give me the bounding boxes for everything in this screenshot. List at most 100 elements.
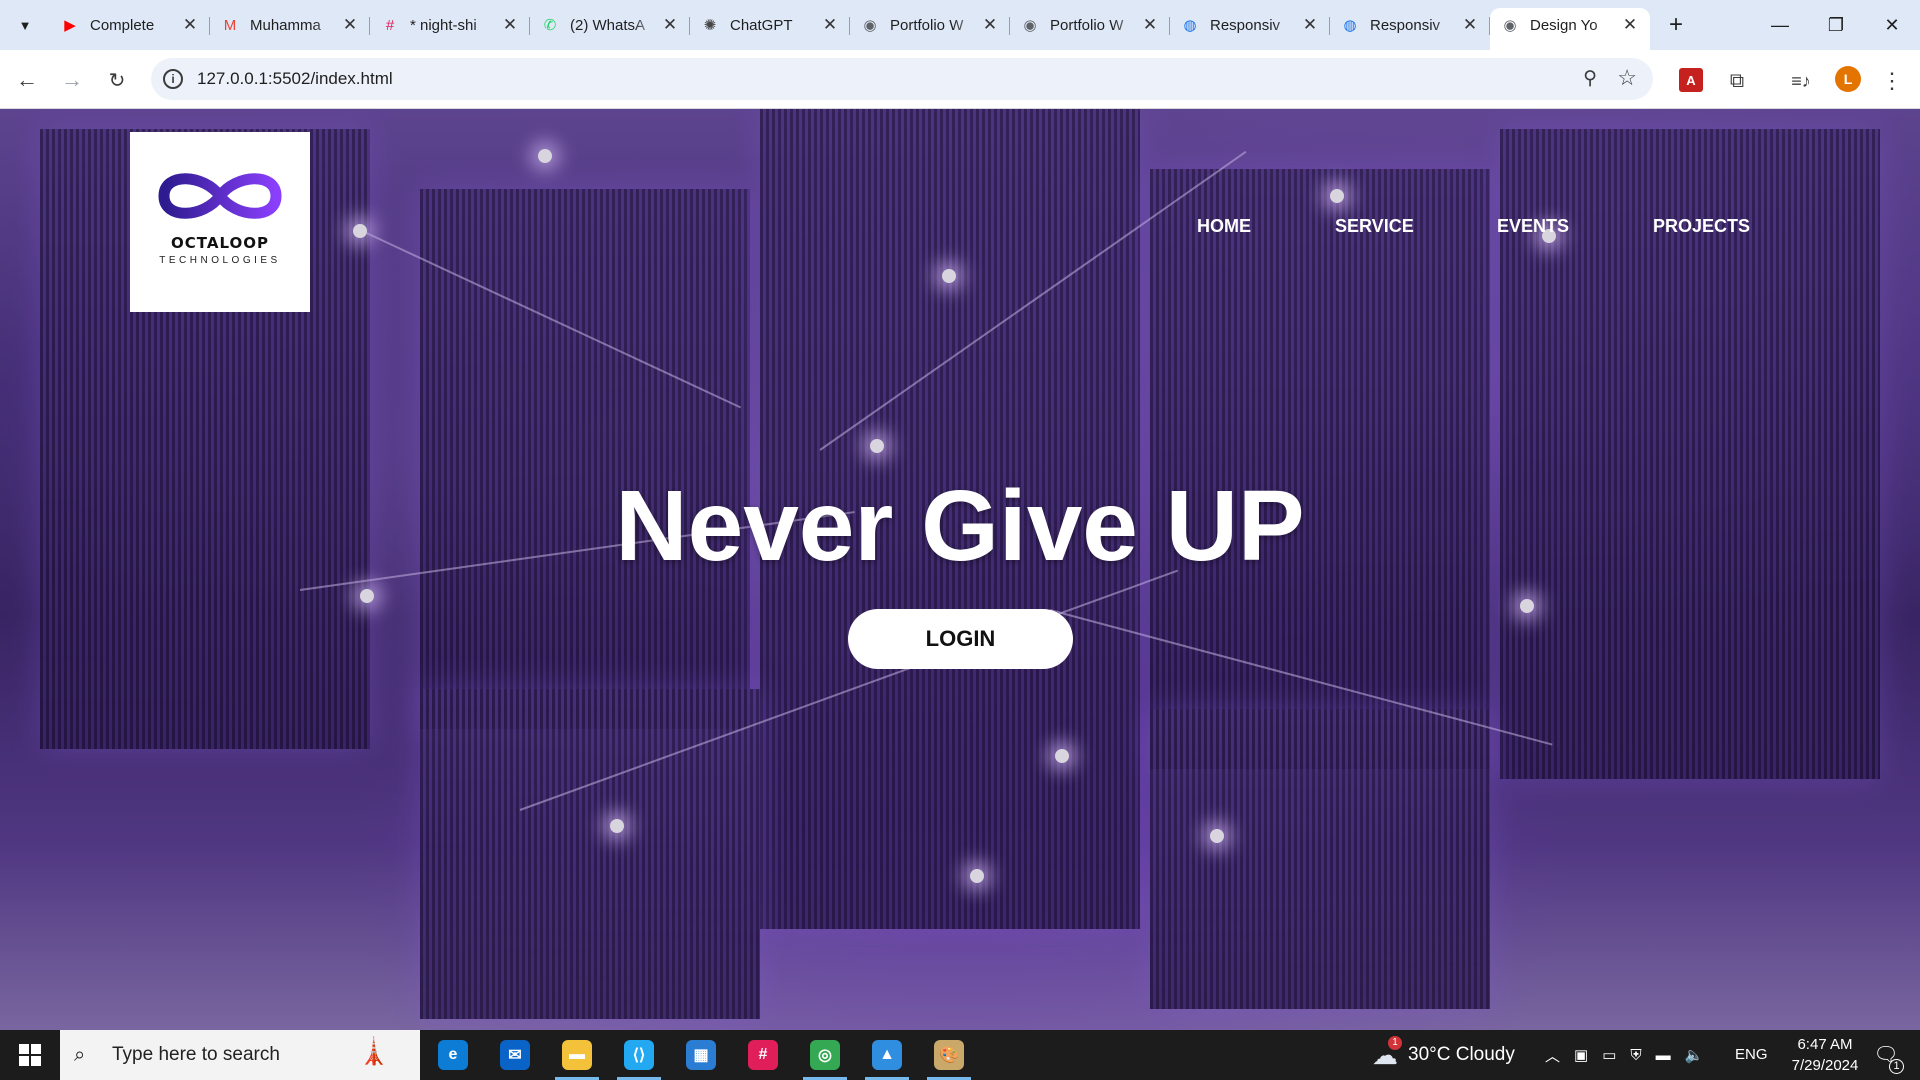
weather-widget[interactable]: ☁ 1 30°C Cloudy — [1372, 1030, 1515, 1080]
logo-subtitle: TECHNOLOGIES — [159, 255, 281, 266]
nav-service[interactable]: SERVICE — [1335, 216, 1414, 237]
tab-title: Portfolio W — [1050, 16, 1124, 34]
slack-icon: # — [748, 1040, 778, 1070]
store-icon: ▦ — [686, 1040, 716, 1070]
extensions-icon[interactable]: ⧉ — [1722, 66, 1752, 96]
slack-icon: # — [385, 16, 395, 34]
login-button[interactable]: LOGIN — [848, 609, 1073, 669]
browser-tab[interactable]: ▶ Complete ✕ — [50, 8, 210, 42]
chevron-up-icon[interactable]: ︿ — [1545, 1045, 1560, 1066]
close-tab-icon[interactable]: ✕ — [500, 15, 520, 35]
chrome-icon: ◎ — [810, 1040, 840, 1070]
forward-button[interactable]: → — [55, 63, 89, 97]
paint-icon: 🎨 — [934, 1040, 964, 1070]
close-tab-icon[interactable]: ✕ — [1460, 15, 1480, 35]
taskbar-app[interactable]: # — [733, 1030, 793, 1080]
search-highlight-icon: 🗼 — [357, 1036, 391, 1066]
close-tab-icon[interactable]: ✕ — [980, 15, 1000, 35]
taskbar-app[interactable]: ▲ — [857, 1030, 917, 1080]
tab-search-button[interactable]: ▼ — [9, 10, 41, 40]
browser-tab[interactable]: ◍ Responsiv ✕ — [1170, 8, 1330, 42]
close-tab-icon[interactable]: ✕ — [660, 15, 680, 35]
minimize-button[interactable]: — — [1752, 0, 1808, 50]
media-control-icon[interactable]: ≡♪ — [1786, 66, 1816, 96]
hero-section: OCTALOOP TECHNOLOGIES HOME SERVICE EVENT… — [0, 109, 1920, 1030]
tab-title: Responsiv — [1370, 16, 1441, 34]
network-icon[interactable]: ▭ — [1602, 1046, 1616, 1064]
new-tab-button[interactable]: + — [1658, 8, 1694, 42]
browser-tab[interactable]: ✺ ChatGPT ✕ — [690, 8, 850, 42]
taskbar-app[interactable]: ▬ — [547, 1030, 607, 1080]
taskbar-app[interactable]: ✉ — [485, 1030, 545, 1080]
address-bar[interactable]: i 127.0.0.1:5502/index.html ⚲ ☆ — [151, 58, 1653, 100]
close-window-button[interactable]: ✕ — [1864, 0, 1920, 50]
clock-date: 7/29/2024 — [1791, 1057, 1859, 1074]
browser-tab[interactable]: ◉ Portfolio W ✕ — [850, 8, 1010, 42]
nav-events[interactable]: EVENTS — [1497, 216, 1569, 237]
window-controls: — ❐ ✕ — [1752, 0, 1920, 50]
close-tab-icon[interactable]: ✕ — [1620, 15, 1640, 35]
taskbar-app[interactable]: ◎ — [795, 1030, 855, 1080]
search-placeholder: Type here to search — [112, 1044, 280, 1065]
globe-icon: ◉ — [1023, 17, 1037, 34]
site-info-icon[interactable]: i — [163, 69, 183, 89]
notification-center-button[interactable]: 🗨 1 — [1868, 1042, 1904, 1074]
tab-list: ▶ Complete ✕ M Muhamma ✕ # * night-shi ✕ ✆ (2) Wha… — [50, 8, 1694, 50]
clock[interactable]: 6:47 AM 7/29/2024 — [1770, 1034, 1880, 1076]
pdf-extension-icon[interactable]: A — [1679, 68, 1703, 92]
zoom-icon[interactable]: ⚲ — [1583, 67, 1597, 90]
nav-projects[interactable]: PROJECTS — [1653, 216, 1750, 237]
reload-button[interactable]: ↻ — [100, 63, 134, 97]
chatgpt-icon: ✺ — [703, 17, 717, 34]
defender-icon[interactable]: ⛨ — [1630, 1047, 1641, 1064]
tab-title: Complete — [90, 16, 155, 34]
close-tab-icon[interactable]: ✕ — [180, 15, 200, 35]
restore-button[interactable]: ❐ — [1808, 0, 1864, 50]
browser-tab[interactable]: ✆ (2) WhatsA ✕ — [530, 8, 690, 42]
logo-name: OCTALOOP — [171, 234, 269, 252]
tab-strip: ▼ ▶ Complete ✕ M Muhamma ✕ # * night-shi ✕ ✆ (2) W… — [0, 0, 1920, 50]
clock-time: 6:47 AM — [1797, 1036, 1853, 1053]
close-tab-icon[interactable]: ✕ — [820, 15, 840, 35]
battery-icon[interactable]: ▬ — [1656, 1047, 1671, 1064]
edge-icon: e — [438, 1040, 468, 1070]
profile-avatar[interactable]: L — [1835, 66, 1861, 92]
infinity-logo-icon — [158, 173, 282, 219]
back-button[interactable]: ← — [10, 63, 44, 97]
taskbar-app[interactable]: ▦ — [671, 1030, 731, 1080]
browser-tab[interactable]: ◉ Design Yo ✕ — [1490, 8, 1650, 50]
globe-icon: ◉ — [1503, 17, 1517, 34]
volume-icon[interactable]: 🔈 — [1685, 1046, 1704, 1064]
taskbar-app[interactable]: e — [423, 1030, 483, 1080]
taskbar-app[interactable]: 🎨 — [919, 1030, 979, 1080]
close-tab-icon[interactable]: ✕ — [1300, 15, 1320, 35]
chevron-down-icon: ▼ — [18, 17, 32, 33]
system-tray: ︿ ▣ ▭ ⛨ ▬ 🔈 — [1545, 1030, 1703, 1080]
language-indicator[interactable]: ENG — [1735, 1046, 1768, 1063]
logo[interactable]: OCTALOOP TECHNOLOGIES — [130, 132, 310, 312]
browser-tab[interactable]: M Muhamma ✕ — [210, 8, 370, 42]
tab-title: (2) WhatsA — [570, 16, 646, 34]
taskbar-search[interactable]: ⌕ Type here to search 🗼 — [60, 1030, 420, 1080]
tab-title: Portfolio W — [890, 16, 964, 34]
whatsapp-icon: ✆ — [543, 17, 557, 34]
browser-tab[interactable]: ◍ Responsiv ✕ — [1330, 8, 1490, 42]
browser-toolbar: ← → ↻ i 127.0.0.1:5502/index.html ⚲ ☆ — [0, 50, 1920, 109]
browser-menu-icon[interactable]: ⋮ — [1880, 66, 1904, 96]
nav-home[interactable]: HOME — [1197, 216, 1251, 237]
hero-title: Never Give UP — [615, 470, 1305, 582]
vscode-icon: ⟨⟩ — [624, 1040, 654, 1070]
search-icon: ⌕ — [74, 1043, 86, 1066]
url-text[interactable]: 127.0.0.1:5502/index.html — [197, 69, 393, 89]
close-tab-icon[interactable]: ✕ — [340, 15, 360, 35]
taskbar-app[interactable]: ⟨⟩ — [609, 1030, 669, 1080]
globe-icon: ◉ — [863, 17, 877, 34]
meet-now-icon[interactable]: ▣ — [1574, 1046, 1588, 1064]
start-button[interactable] — [0, 1030, 60, 1080]
browser-tab[interactable]: ◉ Portfolio W ✕ — [1010, 8, 1170, 42]
gmail-icon: M — [223, 16, 237, 34]
codepen-icon: ◍ — [1183, 17, 1197, 34]
close-tab-icon[interactable]: ✕ — [1140, 15, 1160, 35]
browser-tab[interactable]: # * night-shi ✕ — [370, 8, 530, 42]
bookmark-star-icon[interactable]: ☆ — [1617, 65, 1637, 91]
